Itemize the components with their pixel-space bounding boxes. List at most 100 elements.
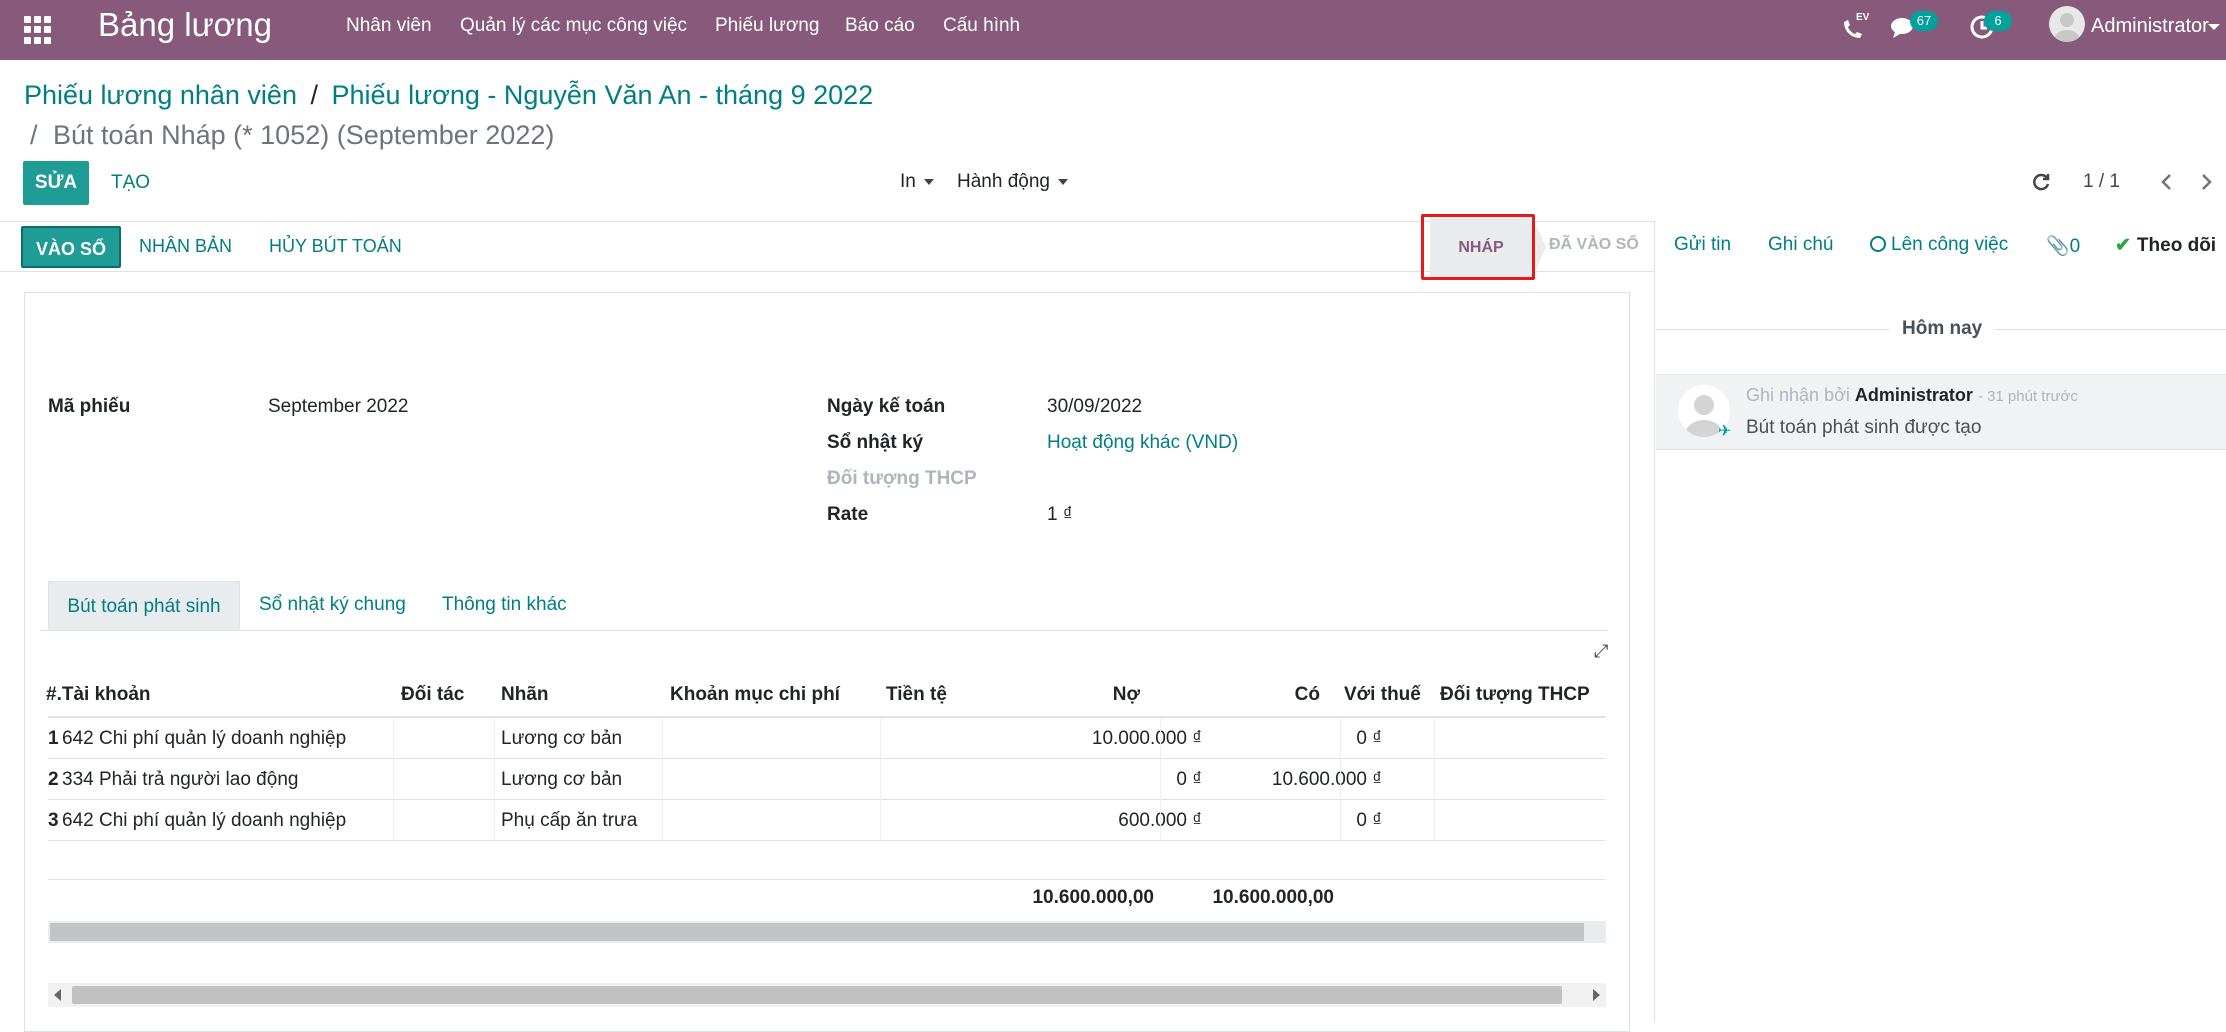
apps-grid-icon[interactable] <box>24 16 52 44</box>
scrollbar-thumb[interactable] <box>72 986 1562 1004</box>
col-currency[interactable]: Tiền tệ <box>886 684 947 706</box>
menu-payslips[interactable]: Phiếu lương <box>715 15 819 37</box>
create-button[interactable]: TẠO <box>111 172 150 194</box>
chevron-right-icon[interactable] <box>2196 172 2216 192</box>
follow-label: Theo dõi <box>2136 235 2217 256</box>
attachments-button[interactable]: 📎0 <box>2046 234 2080 258</box>
column-divider <box>393 718 394 841</box>
tab-journal-items[interactable]: Bút toán phát sinh <box>48 581 240 631</box>
pager-value[interactable]: 1 / 1 <box>2083 171 2120 193</box>
divider <box>0 271 1654 272</box>
follow-button[interactable]: ✔ Theo dõi <box>2115 234 2216 257</box>
column-divider <box>1434 718 1435 841</box>
scroll-left-icon[interactable] <box>54 989 61 1001</box>
chevron-left-icon[interactable] <box>2157 172 2177 192</box>
send-message-button[interactable]: Gửi tin <box>1674 234 1731 256</box>
rate-value: 1 ₫ <box>1047 504 1073 525</box>
caret-down-icon <box>1057 178 1068 185</box>
message-body: Bút toán phát sinh được tạo <box>1746 417 1982 438</box>
cancel-entry-button[interactable]: HỦY BÚT TOÁN <box>269 236 402 257</box>
messages-count-badge: 67 <box>1910 11 1938 31</box>
row-label: Phụ cấp ăn trưa <box>501 810 638 831</box>
duplicate-button[interactable]: NHÂN BẢN <box>139 236 232 257</box>
edit-button[interactable]: SỬA <box>23 161 89 205</box>
breadcrumb-payslip[interactable]: Phiếu lương - Nguyễn Văn An - tháng 9 20… <box>332 80 874 110</box>
activities-count-badge: 6 <box>1984 11 2012 31</box>
col-tax[interactable]: Với thuế <box>1344 684 1421 706</box>
action-label: Hành động <box>957 171 1050 192</box>
col-account[interactable]: #.Tài khoản <box>46 684 151 706</box>
action-dropdown[interactable]: Hành động <box>957 171 1068 193</box>
col-debit[interactable]: Nợ <box>1100 684 1140 706</box>
breadcrumb-separator: / <box>30 120 38 150</box>
column-divider <box>662 718 663 841</box>
row-credit: 0 ₫ <box>1356 810 1382 831</box>
journal-link[interactable]: Hoạt động khác (VND) <box>1047 432 1238 454</box>
horizontal-scrollbar[interactable] <box>48 983 1606 1007</box>
breadcrumb-current: Bút toán Nháp (* 1052) (September 2022) <box>53 120 555 150</box>
table-row[interactable]: 2 334 Phải trả người lao động Lương cơ b… <box>48 759 1606 800</box>
row-label: Lương cơ bản <box>501 769 623 790</box>
log-note-button[interactable]: Ghi chú <box>1768 234 1833 256</box>
row-credit: 0 ₫ <box>1356 728 1382 749</box>
menu-reports[interactable]: Báo cáo <box>845 15 915 37</box>
column-divider <box>1160 718 1161 841</box>
journal-label: Sổ nhật ký <box>827 432 924 453</box>
clock-icon <box>1870 236 1886 252</box>
phone-icon[interactable]: EV <box>1838 12 1870 44</box>
row-account: 642 Chi phí quản lý doanh nghiệp <box>62 728 347 749</box>
print-label: In <box>900 171 916 192</box>
col-analytic[interactable]: Đối tượng THCP <box>1440 684 1590 706</box>
print-dropdown[interactable]: In <box>900 171 934 193</box>
voip-label: EV <box>1856 12 1870 23</box>
menu-work-entries[interactable]: Quản lý các mục công việc <box>460 15 687 37</box>
row-label: Lương cơ bản <box>501 728 623 749</box>
col-label[interactable]: Nhãn <box>501 684 549 706</box>
total-credit: 10.600.000,00 <box>1212 887 1334 908</box>
row-number: 2 <box>48 769 59 790</box>
app-title[interactable]: Bảng lương <box>98 8 272 42</box>
schedule-activity-button[interactable]: Lên công việc <box>1870 234 2008 256</box>
tab-other-info[interactable]: Thông tin khác <box>442 594 567 616</box>
message-prefix: Ghi nhận bởi <box>1746 385 1850 405</box>
divider <box>0 221 1654 222</box>
totals-divider <box>48 879 1606 880</box>
col-partner[interactable]: Đối tác <box>401 684 464 706</box>
breadcrumb: Phiếu lương nhân viên / Phiếu lương - Ng… <box>24 79 873 111</box>
tab-underline <box>40 630 1608 631</box>
tab-journal-entries[interactable]: Sổ nhật ký chung <box>259 594 406 616</box>
avatar[interactable] <box>2049 6 2085 42</box>
horizontal-scrollbar-track[interactable] <box>48 921 1606 943</box>
user-menu-name[interactable]: Administrator <box>2091 15 2209 37</box>
rate-label: Rate <box>827 504 869 525</box>
col-credit[interactable]: Có <box>1280 684 1320 706</box>
date-value: 30/09/2022 <box>1047 396 1143 417</box>
menu-configuration[interactable]: Cấu hình <box>943 15 1020 37</box>
caret-down-icon <box>923 178 934 185</box>
paperclip-icon: 📎 <box>2046 236 2070 257</box>
scroll-right-icon[interactable] <box>1593 989 1600 1001</box>
menu-employees[interactable]: Nhân viên <box>346 15 432 37</box>
plane-icon: ✈ <box>1718 423 1732 440</box>
schedule-label: Lên công việc <box>1891 234 2009 255</box>
table-row[interactable]: 3 642 Chi phí quản lý doanh nghiệp Phụ c… <box>48 800 1606 841</box>
breadcrumb-separator: / <box>310 80 318 110</box>
refresh-icon[interactable] <box>2030 171 2052 193</box>
message-author[interactable]: Administrator <box>1855 385 1973 405</box>
message-time: - 31 phút trước <box>1977 388 2078 405</box>
attachments-count: 0 <box>2069 236 2081 257</box>
table-row[interactable]: 1 642 Chi phí quản lý doanh nghiệp Lương… <box>48 718 1606 759</box>
expand-icon[interactable]: ⤢ <box>1594 641 1608 662</box>
top-navbar: Bảng lương Nhân viên Quản lý các mục côn… <box>0 0 2226 60</box>
row-number: 3 <box>48 810 59 831</box>
today-label: Hôm nay <box>1890 318 1995 340</box>
chevron-down-icon[interactable] <box>2208 24 2220 30</box>
row-account: 334 Phải trả người lao động <box>62 769 299 790</box>
status-posted-label: ĐÃ VÀO SỔ <box>1549 236 1639 253</box>
row-number: 1 <box>48 728 59 749</box>
col-analytic-account[interactable]: Khoản mục chi phí <box>670 684 840 706</box>
row-credit: 10.600.000 ₫ <box>1271 769 1382 790</box>
horizontal-scrollbar-thumb[interactable] <box>50 923 1584 941</box>
post-button[interactable]: VÀO SỔ <box>21 226 121 268</box>
breadcrumb-payslips[interactable]: Phiếu lương nhân viên <box>24 80 297 110</box>
